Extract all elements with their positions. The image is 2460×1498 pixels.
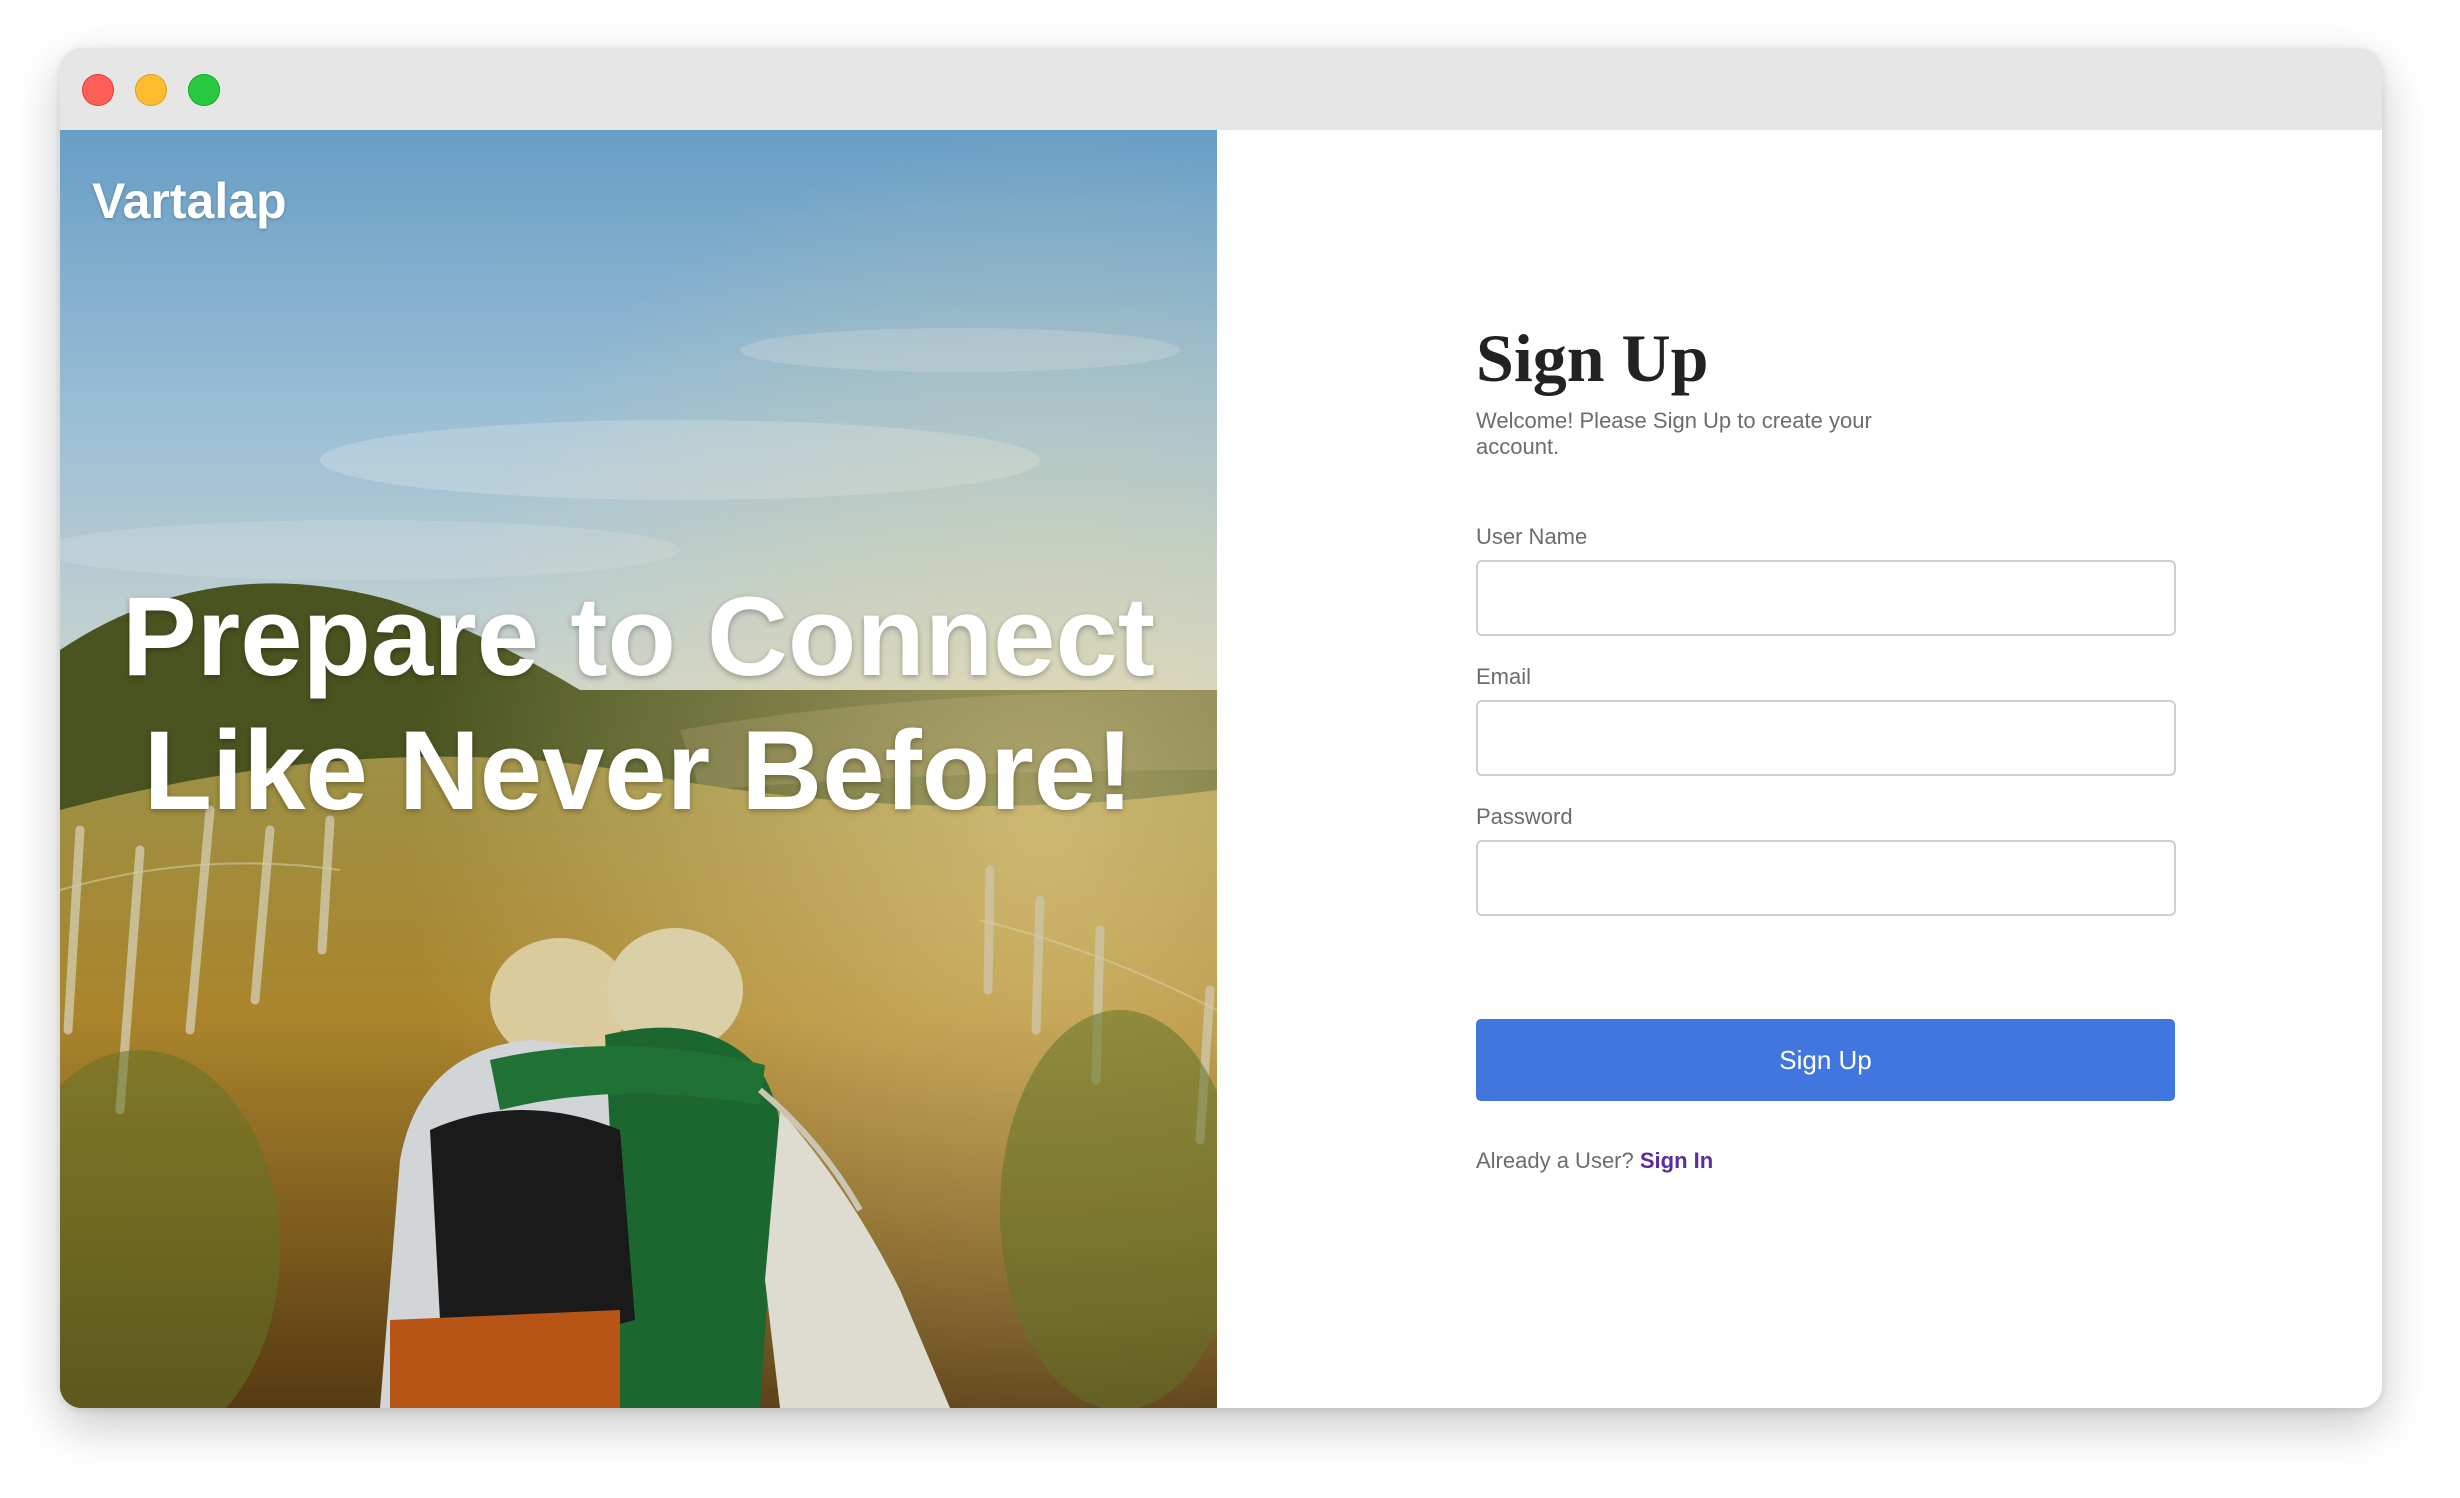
window-titlebar	[60, 48, 2382, 130]
maximize-window-button[interactable]	[188, 74, 220, 106]
username-field-group: User Name	[1476, 524, 2178, 636]
username-input[interactable]	[1476, 560, 2176, 636]
browser-window: Vartalap Prepare to Connect Like Never B…	[60, 48, 2382, 1408]
hero-panel: Vartalap Prepare to Connect Like Never B…	[60, 130, 1217, 1408]
signin-prompt-row: Already a User? Sign In	[1476, 1148, 1713, 1174]
sign-in-link[interactable]: Sign In	[1640, 1148, 1713, 1173]
minimize-window-button[interactable]	[135, 74, 167, 106]
signup-panel: Sign Up Welcome! Please Sign Up to creat…	[1217, 130, 2382, 1408]
page-title: Sign Up	[1476, 320, 1709, 396]
email-field-group: Email	[1476, 664, 2178, 776]
hero-headline: Prepare to Connect Like Never Before!	[121, 574, 1156, 833]
page-content: Vartalap Prepare to Connect Like Never B…	[60, 130, 2382, 1408]
username-label: User Name	[1476, 524, 1588, 549]
password-label: Password	[1476, 804, 1573, 829]
sign-up-button[interactable]: Sign Up	[1476, 1019, 2175, 1101]
email-input[interactable]	[1476, 700, 2176, 776]
password-field-group: Password	[1476, 804, 2178, 916]
page-subtitle: Welcome! Please Sign Up to create your a…	[1476, 408, 1872, 459]
password-input[interactable]	[1476, 840, 2176, 916]
signin-prompt-text: Already a User?	[1476, 1148, 1634, 1173]
close-window-button[interactable]	[82, 74, 114, 106]
signup-form: Sign Up Welcome! Please Sign Up to creat…	[1476, 318, 2178, 916]
brand-logo-text: Vartalap	[92, 173, 287, 229]
email-label: Email	[1476, 664, 1532, 689]
